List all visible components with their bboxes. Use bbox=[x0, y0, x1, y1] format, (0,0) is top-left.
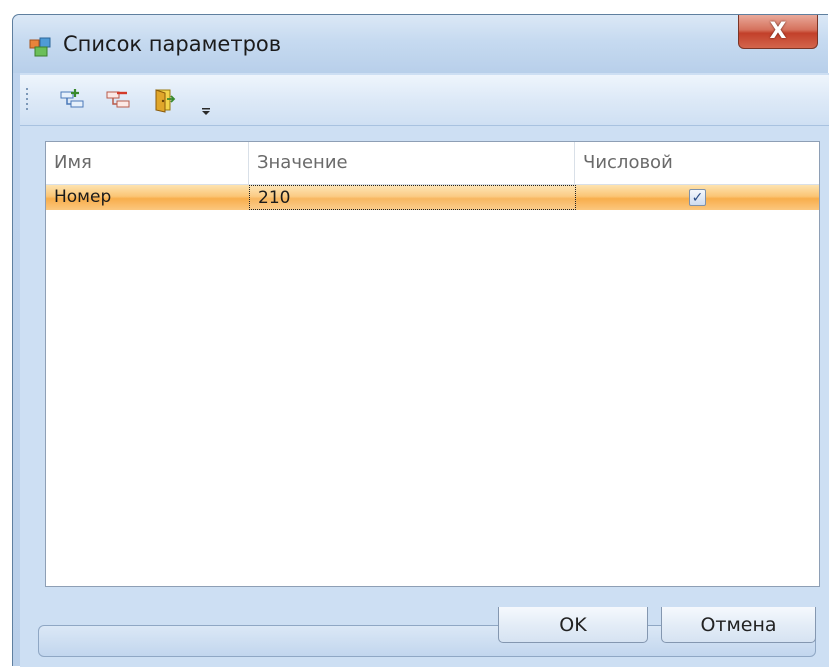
exit-door-icon bbox=[155, 89, 176, 113]
cancel-button[interactable]: Отмена bbox=[661, 607, 816, 643]
toolbar-grip-icon[interactable] bbox=[26, 88, 29, 114]
grid-header: Имя Значение Числовой bbox=[46, 142, 819, 185]
chevron-down-icon bbox=[202, 108, 210, 115]
exit-button[interactable] bbox=[148, 84, 180, 116]
checkmark-icon: ✓ bbox=[691, 189, 704, 206]
column-header-name[interactable]: Имя bbox=[46, 142, 249, 184]
cell-value[interactable]: 210 bbox=[249, 185, 576, 210]
column-header-numeric[interactable]: Числовой bbox=[575, 142, 819, 184]
close-button[interactable]: X bbox=[738, 15, 818, 49]
client-area: Имя Значение Числовой Номер 210 ✓ OK Отм… bbox=[20, 73, 829, 667]
close-icon: X bbox=[769, 19, 787, 44]
column-header-value[interactable]: Значение bbox=[249, 142, 575, 184]
numeric-checkbox[interactable]: ✓ bbox=[689, 189, 706, 206]
toolbar bbox=[20, 75, 829, 126]
window-title: Список параметров bbox=[63, 32, 282, 56]
ok-button[interactable]: OK bbox=[498, 607, 648, 643]
table-row[interactable]: Номер 210 ✓ bbox=[46, 185, 819, 210]
remove-parameter-icon bbox=[106, 91, 130, 108]
cell-name[interactable]: Номер bbox=[46, 185, 249, 210]
title-bar[interactable]: Список параметров X bbox=[13, 15, 828, 73]
remove-parameter-button[interactable] bbox=[102, 84, 134, 116]
form-window-icon bbox=[29, 37, 51, 57]
parameters-grid[interactable]: Имя Значение Числовой Номер 210 ✓ bbox=[45, 141, 820, 587]
add-parameter-icon bbox=[60, 89, 84, 108]
toolbar-overflow-button[interactable] bbox=[196, 95, 216, 117]
add-parameter-button[interactable] bbox=[56, 84, 88, 116]
dialog-window: Список параметров X Имя Значение Числово… bbox=[12, 14, 829, 667]
